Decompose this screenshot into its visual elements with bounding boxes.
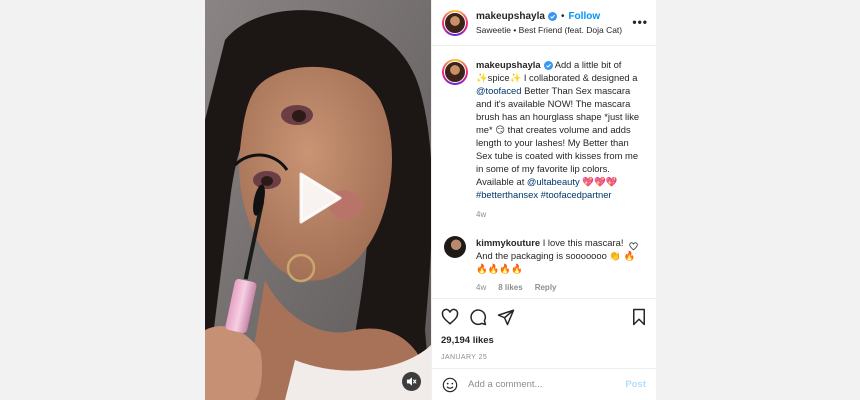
- caption-text-part: Better Than Sex mascara and it's availab…: [476, 85, 640, 187]
- comment-likes-count[interactable]: 8 likes: [498, 283, 522, 292]
- comment-timestamp[interactable]: 4w: [476, 283, 486, 292]
- caption-text-part: 💖💖💖: [579, 176, 618, 187]
- audio-track-link[interactable]: Saweetie • Best Friend (feat. Doja Cat): [476, 25, 622, 35]
- mute-button[interactable]: [402, 372, 421, 391]
- post-video[interactable]: [205, 0, 431, 400]
- reply-button[interactable]: Reply: [535, 283, 557, 292]
- post-likes-count[interactable]: 29,194 likes: [441, 335, 648, 346]
- follow-button[interactable]: Follow: [568, 11, 600, 22]
- heart-icon[interactable]: [441, 308, 459, 326]
- post-comment-button[interactable]: Post: [625, 379, 646, 390]
- author-meta: makeupshayla • Follow Saweetie • Best Fr…: [476, 11, 622, 35]
- caption-username[interactable]: makeupshayla: [476, 59, 541, 70]
- commenter-username[interactable]: kimmykouture: [476, 237, 540, 248]
- post-header: makeupshayla • Follow Saweetie • Best Fr…: [432, 0, 656, 46]
- caption-text: makeupshayla Add a little bit of ✨spice✨…: [476, 58, 646, 201]
- comment-input[interactable]: [468, 379, 608, 390]
- caption-timestamp[interactable]: 4w: [476, 210, 646, 219]
- commenter-avatar[interactable]: [444, 236, 466, 258]
- separator-dot: •: [560, 10, 565, 22]
- post-date[interactable]: JANUARY 25: [441, 354, 648, 361]
- hashtag-link[interactable]: #betterthansex: [476, 189, 538, 200]
- instagram-post: makeupshayla • Follow Saweetie • Best Fr…: [205, 0, 656, 400]
- verified-badge-icon: [543, 61, 553, 71]
- post-sidebar: makeupshayla • Follow Saweetie • Best Fr…: [431, 0, 656, 400]
- comment-item: kimmykouture I love this mascara! And th…: [442, 236, 646, 292]
- comment-text: kimmykouture I love this mascara! And th…: [476, 236, 641, 275]
- author-avatar[interactable]: [442, 9, 468, 36]
- mention-link[interactable]: @toofaced: [476, 85, 521, 96]
- comment-meta: 4w 8 likes Reply: [476, 283, 641, 292]
- paper-plane-icon[interactable]: [497, 308, 515, 326]
- author-username[interactable]: makeupshayla: [476, 11, 545, 22]
- play-icon[interactable]: [297, 171, 343, 225]
- caption-author-avatar[interactable]: [442, 59, 468, 85]
- mention-link[interactable]: @ultabeauty: [527, 176, 580, 187]
- verified-badge-icon: [547, 11, 557, 21]
- bookmark-icon[interactable]: [630, 308, 648, 326]
- muted-speaker-icon: [406, 377, 417, 386]
- smiley-icon[interactable]: [442, 377, 458, 393]
- caption: makeupshayla Add a little bit of ✨spice✨…: [442, 58, 646, 219]
- hashtag-link[interactable]: #toofacedpartner: [541, 189, 612, 200]
- comment-like-heart-icon[interactable]: [629, 242, 638, 251]
- post-actions: 29,194 likes JANUARY 25: [432, 298, 656, 361]
- more-options-button[interactable]: •••: [632, 15, 648, 29]
- add-comment-bar: Post: [432, 368, 656, 400]
- comment-icon[interactable]: [469, 308, 487, 326]
